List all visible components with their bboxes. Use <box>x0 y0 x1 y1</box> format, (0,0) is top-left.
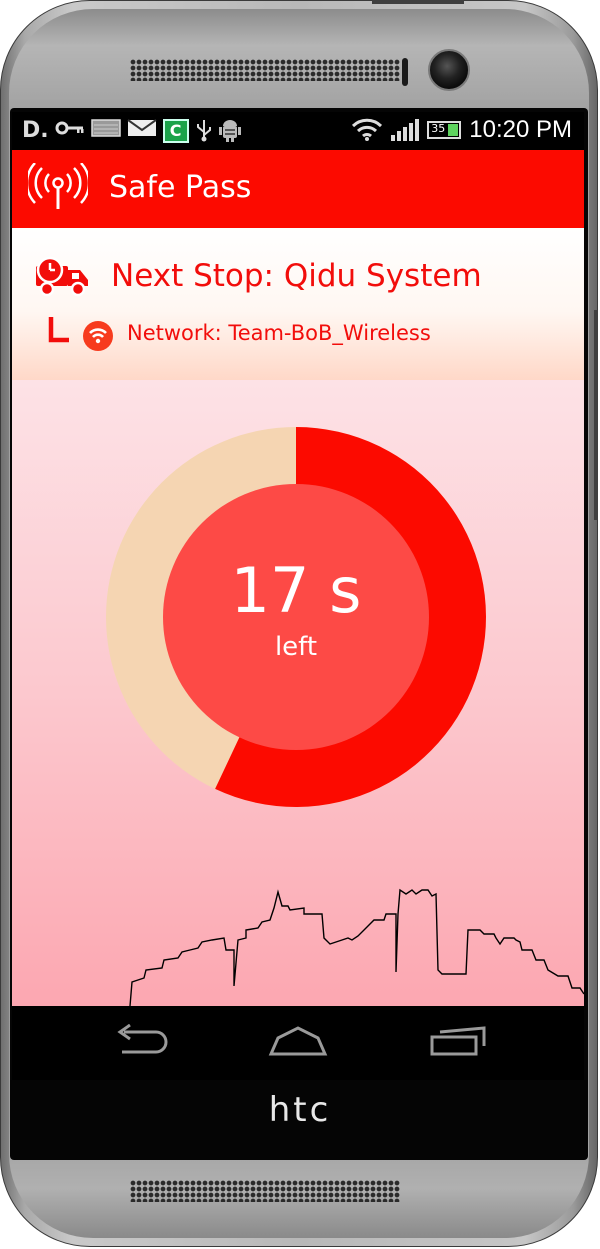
countdown-gauge: 17 s left <box>105 426 487 808</box>
network-label: Network: Team-BoB_Wireless <box>127 321 431 345</box>
wifi-icon <box>351 117 383 143</box>
bottom-speaker-grille <box>130 1180 400 1202</box>
d-icon: D. <box>22 118 49 143</box>
back-icon[interactable] <box>110 1023 170 1062</box>
next-stop-panel: Next Stop: Qidu System Network: Team-BoB… <box>12 228 584 380</box>
countdown-label: left <box>274 632 318 662</box>
battery-level: 35 <box>431 122 446 135</box>
front-camera <box>428 49 470 91</box>
usb-icon <box>195 118 213 144</box>
home-icon[interactable] <box>268 1024 328 1062</box>
wifi-badge-icon <box>82 320 114 356</box>
signal-icon <box>391 119 420 141</box>
c-app-icon: C <box>162 119 189 143</box>
battery-icon: 35 <box>427 121 462 139</box>
next-stop-title: Next Stop: Qidu System <box>111 258 482 294</box>
main-area: 17 s left <box>12 380 584 1006</box>
proximity-sensor <box>402 58 408 86</box>
key-icon <box>55 118 85 144</box>
power-button <box>372 0 464 4</box>
android-debug-icon <box>218 118 241 144</box>
broadcast-icon <box>25 162 91 217</box>
clock: 10:20 PM <box>469 116 572 143</box>
screen: D. C 35 10:20 PM Safe Pass Next Stop: Qi… <box>12 112 584 1080</box>
status-bar: D. C 35 10:20 PM <box>12 112 584 150</box>
app-bar: Safe Pass <box>12 150 584 228</box>
navigation-bar <box>12 1006 584 1080</box>
app-title: Safe Pass <box>109 170 252 205</box>
volume-button <box>594 310 598 520</box>
skyline-illustration <box>129 888 584 1006</box>
mail-icon <box>127 118 157 144</box>
brand-logo: htc <box>268 1090 332 1130</box>
image-icon <box>90 118 121 144</box>
truck-clock-icon <box>36 256 90 302</box>
recents-icon[interactable] <box>430 1024 490 1062</box>
countdown-value: 17 s <box>230 554 362 627</box>
top-speaker-grille <box>130 59 400 81</box>
corner-arrow-icon <box>48 316 70 348</box>
